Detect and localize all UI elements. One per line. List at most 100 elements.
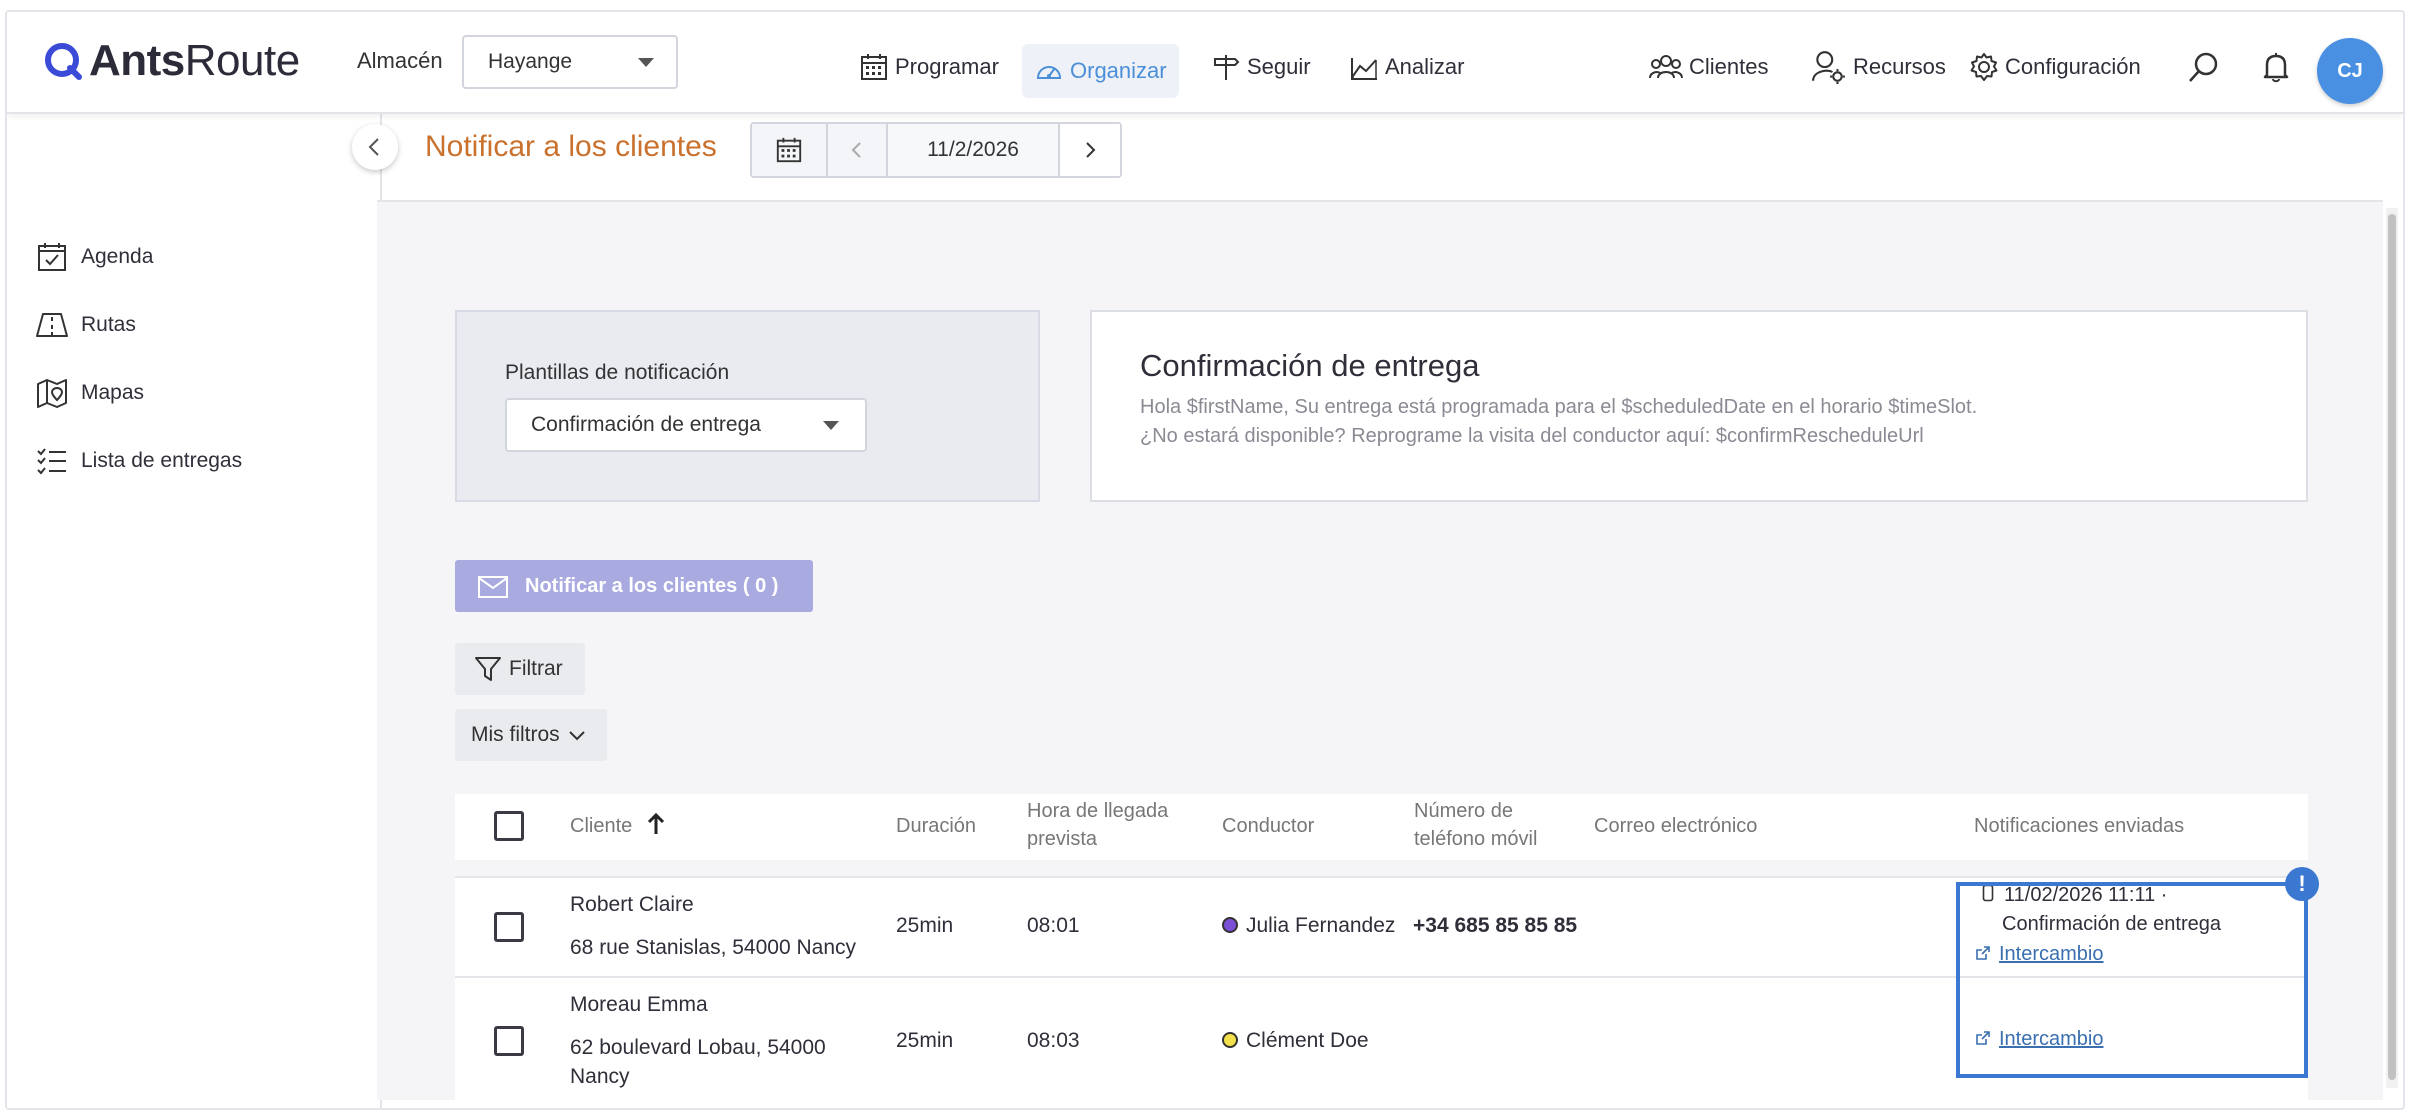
signpost-icon xyxy=(1214,55,1240,80)
nav-recursos[interactable]: Recursos xyxy=(1805,42,1952,92)
driver-color-dot xyxy=(1222,1032,1238,1048)
nav-clientes[interactable]: Clientes xyxy=(1643,42,1774,92)
client-name: Robert Claire xyxy=(570,893,694,916)
preview-text-line-2: ¿No estará disponible? Reprograme la vis… xyxy=(1140,425,1924,447)
driver: Julia Fernandez xyxy=(1222,914,1395,938)
notifications-highlight-box xyxy=(1956,882,2308,1078)
nav-seguir-label: Seguir xyxy=(1247,54,1311,79)
row-checkbox[interactable] xyxy=(494,912,524,942)
template-select[interactable]: Confirmación de entrega xyxy=(505,398,867,452)
nav-seguir[interactable]: Seguir xyxy=(1199,42,1323,92)
logo-text-bold: Ants xyxy=(89,36,185,85)
column-header-correo[interactable]: Correo electrónico xyxy=(1594,812,1757,840)
chart-icon xyxy=(1351,58,1377,80)
previous-day-button[interactable] xyxy=(828,124,888,176)
date-picker-button[interactable] xyxy=(752,124,828,176)
chevron-down-icon xyxy=(638,58,654,67)
map-pin-icon xyxy=(37,379,67,408)
column-header-hora-line-1: Hora de llegada xyxy=(1027,800,1169,822)
template-label: Plantillas de notificación xyxy=(505,361,730,384)
nav-recursos-label: Recursos xyxy=(1853,54,1946,79)
users-icon xyxy=(1649,55,1683,79)
filter-label: Filtrar xyxy=(509,657,563,680)
logo-ring-icon xyxy=(45,43,82,80)
select-all-checkbox[interactable] xyxy=(494,811,524,841)
chevron-left-icon xyxy=(851,142,861,158)
column-header-notificaciones[interactable]: Notificaciones enviadas xyxy=(1974,812,2184,840)
user-avatar[interactable]: CJ xyxy=(2317,38,2383,104)
duration: 25min xyxy=(896,1029,954,1052)
driver-name: Clément Doe xyxy=(1246,1029,1369,1052)
antsroute-logo[interactable]: AntsRoute xyxy=(43,36,300,86)
driver-color-dot xyxy=(1222,917,1238,933)
chevron-left-icon xyxy=(368,138,379,156)
logo-text-light: Route xyxy=(184,36,300,85)
scrollbar-thumb[interactable] xyxy=(2388,214,2396,1080)
nav-clientes-label: Clientes xyxy=(1689,54,1769,79)
vertical-scrollbar[interactable] xyxy=(2386,208,2398,1088)
my-filters-label: Mis filtros xyxy=(471,723,560,746)
filter-button[interactable]: Filtrar xyxy=(455,643,585,695)
sidebar-item-agenda[interactable]: Agenda xyxy=(35,240,153,274)
column-header-telefono-line-2: teléfono móvil xyxy=(1414,828,1538,850)
warning-badge[interactable]: ! xyxy=(2285,867,2319,901)
funnel-icon xyxy=(475,657,501,681)
collapse-sidebar-button[interactable] xyxy=(352,124,398,170)
preview-title: Confirmación de entrega xyxy=(1140,348,1480,383)
calendar-icon xyxy=(776,137,802,163)
chevron-down-icon xyxy=(568,731,585,741)
column-header-conductor[interactable]: Conductor xyxy=(1222,812,1314,840)
nav-programar-label: Programar xyxy=(895,54,999,79)
sidebar-item-rutas-label: Rutas xyxy=(81,313,136,336)
column-header-telefono[interactable]: Número de teléfono móvil xyxy=(1414,797,1537,853)
driver-name: Julia Fernandez xyxy=(1246,914,1396,937)
sidebar-item-mapas[interactable]: Mapas xyxy=(35,376,144,410)
column-header-hora[interactable]: Hora de llegada prevista xyxy=(1027,797,1168,853)
search-icon[interactable] xyxy=(2187,50,2221,84)
eta: 08:03 xyxy=(1027,1029,1080,1052)
row-checkbox[interactable] xyxy=(494,1026,524,1056)
column-header-telefono-line-1: Número de xyxy=(1414,800,1513,822)
date-navigator: 11/2/2026 xyxy=(750,122,1122,178)
user-gear-icon xyxy=(1812,51,1845,84)
template-selected-value: Confirmación de entrega xyxy=(531,413,761,436)
nav-configuracion[interactable]: Configuración xyxy=(1963,42,2147,92)
notify-clients-button[interactable]: Notificar a los clientes ( 0 ) xyxy=(455,560,813,612)
almacen-select[interactable]: Hayange xyxy=(462,35,678,89)
client-address-line-2: Nancy xyxy=(570,1065,630,1088)
client-address: 68 rue Stanislas, 54000 Nancy xyxy=(570,936,857,959)
bell-icon[interactable] xyxy=(2259,50,2293,84)
sidebar: Agenda Rutas Mapas Lista de entregas xyxy=(7,114,382,1108)
map-route-icon xyxy=(36,313,68,337)
gauge-icon xyxy=(1036,66,1062,79)
gear-icon xyxy=(1970,53,1998,81)
client-address: 62 boulevard Lobau, 54000 xyxy=(570,1036,826,1059)
notify-clients-label: Notificar a los clientes ( 0 ) xyxy=(525,574,779,597)
nav-programar[interactable]: Programar xyxy=(847,42,1011,92)
sort-ascending-icon[interactable] xyxy=(646,812,666,836)
page-title: Notificar a los clientes xyxy=(425,130,717,163)
sidebar-item-lista-de-entregas[interactable]: Lista de entregas xyxy=(35,444,242,478)
top-navigation-bar: AntsRoute Almacén Hayange Programar Orga… xyxy=(7,12,2403,114)
phone-number: +34 685 85 85 85 xyxy=(1413,914,1578,937)
driver: Clément Doe xyxy=(1222,1029,1369,1053)
chevron-down-icon xyxy=(823,421,839,430)
next-day-button[interactable] xyxy=(1060,124,1120,176)
nav-organizar-label: Organizar xyxy=(1070,58,1167,83)
sidebar-item-rutas[interactable]: Rutas xyxy=(35,308,136,342)
column-header-duracion[interactable]: Duración xyxy=(896,812,976,840)
almacen-label: Almacén xyxy=(357,48,443,73)
column-header-hora-line-2: prevista xyxy=(1027,828,1098,850)
sidebar-item-agenda-label: Agenda xyxy=(81,245,154,268)
chevron-right-icon xyxy=(1086,142,1096,158)
column-header-cliente[interactable]: Cliente xyxy=(570,812,666,840)
nav-organizar[interactable]: Organizar xyxy=(1022,44,1179,98)
client-name: Moreau Emma xyxy=(570,993,708,1016)
current-date[interactable]: 11/2/2026 xyxy=(888,124,1060,176)
eta: 08:01 xyxy=(1027,914,1080,937)
sidebar-item-mapas-label: Mapas xyxy=(81,381,145,404)
sidebar-item-lista-de-entregas-label: Lista de entregas xyxy=(81,449,243,472)
my-filters-dropdown[interactable]: Mis filtros xyxy=(455,709,607,761)
envelope-icon xyxy=(478,576,508,598)
nav-analizar[interactable]: Analizar xyxy=(1337,42,1476,92)
